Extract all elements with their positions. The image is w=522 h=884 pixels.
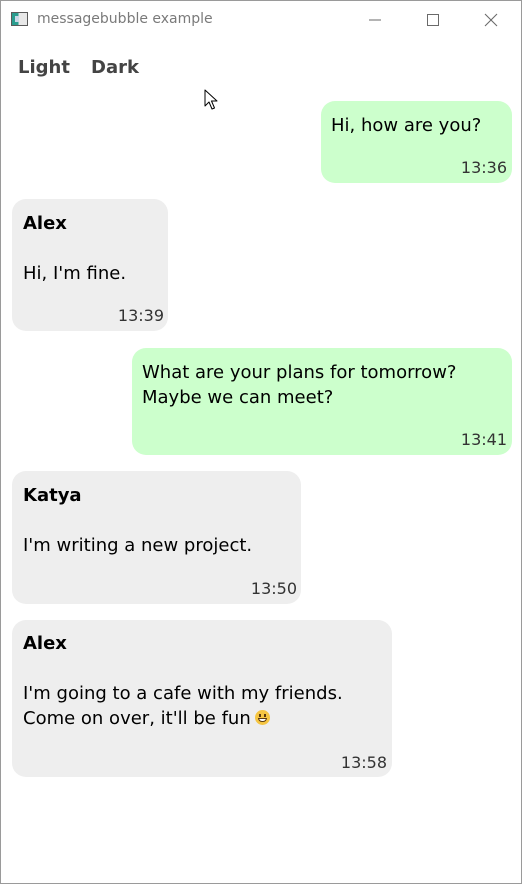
message-time: 13:36: [460, 158, 507, 177]
message-time: 13:41: [460, 430, 507, 449]
message-sender: Katya: [23, 485, 82, 506]
message-text: I'm going to a cafe with my friends. Com…: [23, 683, 343, 729]
theme-dark-button[interactable]: Dark: [91, 57, 139, 78]
minimize-icon: [369, 19, 381, 21]
message-bubble-incoming: Alex I'm going to a cafe with my friends…: [12, 620, 392, 777]
maximize-button[interactable]: [410, 1, 456, 39]
message-time: 13:50: [250, 579, 297, 598]
message-sender: Alex: [23, 633, 67, 654]
mouse-cursor-icon: [204, 89, 218, 110]
app-window: messagebubble example Light Dark Hi, how…: [0, 0, 522, 884]
grinning-face-emoji-icon: [254, 710, 270, 725]
message-text: What are your plans for tomorrow? Maybe …: [142, 362, 457, 408]
message-time: 13:39: [117, 306, 164, 325]
close-button[interactable]: [468, 1, 514, 39]
message-bubble-outgoing: What are your plans for tomorrow? Maybe …: [132, 348, 512, 455]
title-bar[interactable]: messagebubble example: [1, 1, 521, 39]
message-bubble-incoming: Katya I'm writing a new project. 13:50: [12, 471, 301, 604]
message-sender: Alex: [23, 213, 67, 234]
message-text-container: I'm going to a cafe with my friends. Com…: [23, 681, 385, 731]
message-bubble-outgoing: Hi, how are you? 13:36: [321, 101, 512, 183]
message-bubble-incoming: Alex Hi, I'm fine. 13:39: [12, 199, 168, 331]
close-icon: [484, 13, 498, 27]
message-text: Hi, how are you?: [331, 115, 482, 136]
window-title: messagebubble example: [37, 11, 213, 27]
minimize-button[interactable]: [352, 1, 398, 39]
message-text: Hi, I'm fine.: [23, 263, 127, 284]
message-text: I'm writing a new project.: [23, 535, 253, 556]
maximize-icon: [427, 14, 439, 26]
theme-light-button[interactable]: Light: [18, 57, 70, 78]
message-time: 13:58: [340, 753, 387, 772]
app-icon: [11, 12, 28, 26]
